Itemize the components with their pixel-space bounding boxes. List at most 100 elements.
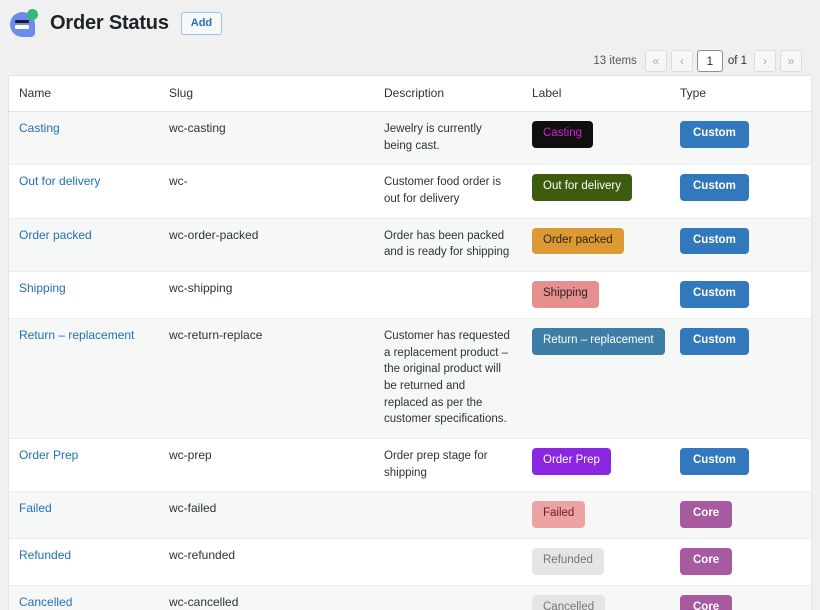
- cell-name: Order packed: [9, 218, 159, 271]
- status-badge: Order Prep: [532, 448, 611, 475]
- last-page-button[interactable]: »: [780, 50, 802, 72]
- table-pagination: 13 items « ‹ 1 of 1 › »: [0, 47, 820, 75]
- type-button[interactable]: Custom: [680, 281, 749, 308]
- cell-type: Custom: [670, 318, 811, 438]
- table-row: Return – replacementwc-return-replaceCus…: [9, 318, 811, 438]
- column-header-description[interactable]: Description: [374, 76, 522, 112]
- cell-type: Custom: [670, 218, 811, 271]
- cell-slug: wc-casting: [159, 112, 374, 165]
- next-page-button[interactable]: ›: [754, 50, 776, 72]
- cell-label: Return – replacement: [522, 318, 670, 438]
- cell-slug: wc-cancelled: [159, 585, 374, 610]
- cell-name: Order Prep: [9, 438, 159, 491]
- status-name-link[interactable]: Return – replacement: [19, 328, 134, 342]
- status-name-link[interactable]: Casting: [19, 121, 60, 135]
- table-header-row: Name Slug Description Label Type: [9, 76, 811, 112]
- table-row: Order Prepwc-prepOrder prep stage for sh…: [9, 438, 811, 491]
- type-button[interactable]: Custom: [680, 328, 749, 355]
- cell-description: Customer food order is out for delivery: [374, 165, 522, 218]
- status-name-link[interactable]: Order Prep: [19, 448, 78, 462]
- cell-type: Custom: [670, 165, 811, 218]
- total-pages-label: of 1: [728, 55, 747, 67]
- page-header: Order Status Add: [0, 0, 820, 47]
- cell-description: Order has been packed and is ready for s…: [374, 218, 522, 271]
- order-status-table: Name Slug Description Label Type Casting…: [9, 76, 811, 610]
- status-name-link[interactable]: Out for delivery: [19, 174, 100, 188]
- logo-status-dot: [27, 9, 38, 20]
- cell-name: Shipping: [9, 272, 159, 319]
- cell-name: Refunded: [9, 539, 159, 586]
- status-name-link[interactable]: Cancelled: [19, 595, 72, 609]
- logo-bar-bottom: [15, 25, 29, 29]
- cell-slug: wc-shipping: [159, 272, 374, 319]
- cell-label: Out for delivery: [522, 165, 670, 218]
- table-row: Refundedwc-refundedRefundedCore: [9, 539, 811, 586]
- type-button[interactable]: Custom: [680, 448, 749, 475]
- cell-label: Cancelled: [522, 585, 670, 610]
- cell-name: Return – replacement: [9, 318, 159, 438]
- type-button[interactable]: Custom: [680, 174, 749, 201]
- logo-bar-top: [15, 20, 29, 23]
- table-body: Casting wc-castingJewelry is currently be…: [9, 112, 811, 610]
- status-badge: Shipping: [532, 281, 599, 308]
- status-badge: Order packed: [532, 228, 624, 255]
- cell-label: Shipping: [522, 272, 670, 319]
- status-badge: Casting: [532, 121, 593, 148]
- first-page-button[interactable]: «: [645, 50, 667, 72]
- status-badge: Failed: [532, 501, 585, 528]
- cell-label: Failed: [522, 492, 670, 539]
- type-button[interactable]: Core: [680, 548, 732, 575]
- cell-description: Customer has requested a replacement pro…: [374, 318, 522, 438]
- cell-description: [374, 539, 522, 586]
- status-name-link[interactable]: Failed: [19, 501, 52, 515]
- items-count: 13 items: [593, 55, 636, 67]
- cell-name: Cancelled: [9, 585, 159, 610]
- column-header-label[interactable]: Label: [522, 76, 670, 112]
- table-header: Name Slug Description Label Type: [9, 76, 811, 112]
- cell-type: Custom: [670, 112, 811, 165]
- cell-type: Core: [670, 585, 811, 610]
- cell-type: Core: [670, 539, 811, 586]
- cell-slug: wc-order-packed: [159, 218, 374, 271]
- status-badge: Out for delivery: [532, 174, 632, 201]
- cell-description: [374, 492, 522, 539]
- status-name-link[interactable]: Refunded: [19, 548, 71, 562]
- table-row: Order packed wc-order-packedOrder has bee…: [9, 218, 811, 271]
- type-button[interactable]: Custom: [680, 228, 749, 255]
- cell-type: Custom: [670, 438, 811, 491]
- column-header-name[interactable]: Name: [9, 76, 159, 112]
- cell-slug: wc-return-replace: [159, 318, 374, 438]
- cell-name: Out for delivery: [9, 165, 159, 218]
- prev-page-button[interactable]: ‹: [671, 50, 693, 72]
- status-name-link[interactable]: Shipping: [19, 281, 66, 295]
- cell-label: Order packed: [522, 218, 670, 271]
- cell-name: Casting: [9, 112, 159, 165]
- status-badge: Return – replacement: [532, 328, 665, 355]
- cell-slug: wc-prep: [159, 438, 374, 491]
- cell-label: Casting: [522, 112, 670, 165]
- table-row: Failed wc-failed Failed Core: [9, 492, 811, 539]
- cell-type: Core: [670, 492, 811, 539]
- order-status-table-container: Name Slug Description Label Type Casting…: [8, 75, 812, 610]
- cell-description: Jewelry is currently being cast.: [374, 112, 522, 165]
- cell-label: Refunded: [522, 539, 670, 586]
- cell-label: Order Prep: [522, 438, 670, 491]
- status-badge: Refunded: [532, 548, 604, 575]
- cell-description: [374, 272, 522, 319]
- table-row: Out for deliverywc-Customer food order i…: [9, 165, 811, 218]
- current-page-input[interactable]: 1: [697, 50, 723, 72]
- cell-slug: wc-failed: [159, 492, 374, 539]
- type-button[interactable]: Custom: [680, 121, 749, 148]
- add-button[interactable]: Add: [181, 12, 222, 35]
- column-header-type[interactable]: Type: [670, 76, 811, 112]
- cell-name: Failed: [9, 492, 159, 539]
- cell-type: Custom: [670, 272, 811, 319]
- speech-bubble-logo-icon: [10, 9, 40, 39]
- status-name-link[interactable]: Order packed: [19, 228, 92, 242]
- type-button[interactable]: Core: [680, 595, 732, 610]
- table-row: Casting wc-castingJewelry is currently be…: [9, 112, 811, 165]
- table-row: Cancelled wc-cancelled Cancelled Core: [9, 585, 811, 610]
- type-button[interactable]: Core: [680, 501, 732, 528]
- cell-description: [374, 585, 522, 610]
- column-header-slug[interactable]: Slug: [159, 76, 374, 112]
